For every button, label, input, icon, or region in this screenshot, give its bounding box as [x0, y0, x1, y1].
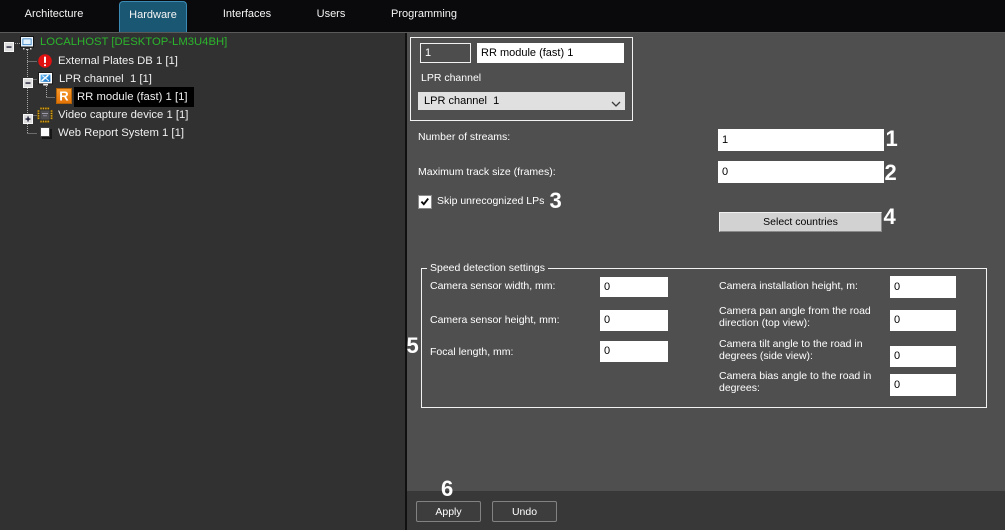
svg-text:R: R — [59, 88, 69, 103]
